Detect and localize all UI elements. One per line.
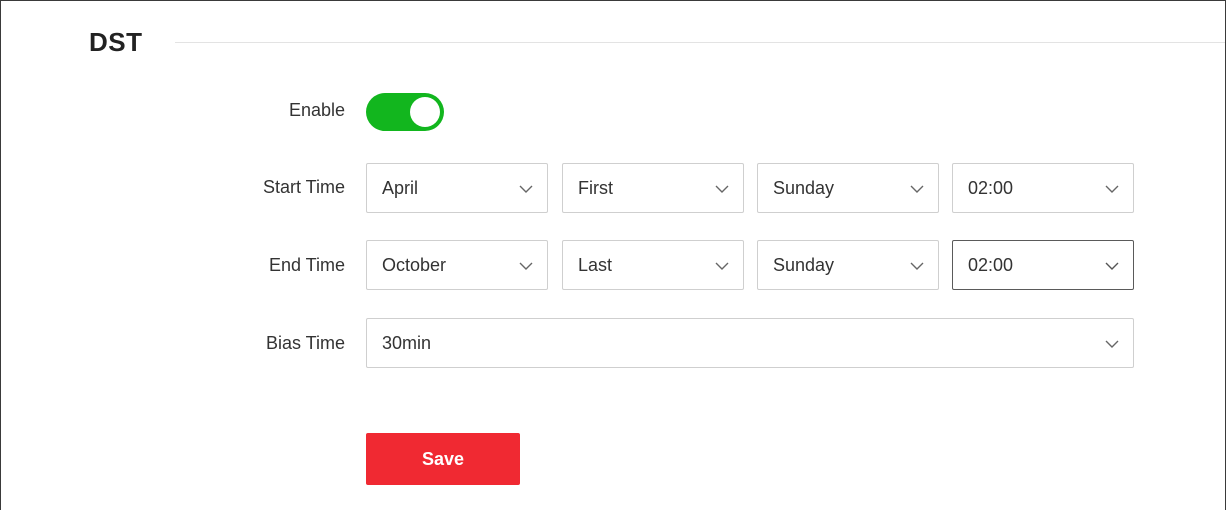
bias-time-value: 30min <box>382 333 432 353</box>
enable-toggle[interactable] <box>366 93 444 131</box>
chevron-down-icon <box>910 185 924 193</box>
end-time-select[interactable]: 02:00 <box>952 240 1134 290</box>
start-day-value: Sunday <box>773 178 835 198</box>
chevron-down-icon <box>1105 185 1119 193</box>
end-day-select[interactable]: Sunday <box>757 240 939 290</box>
chevron-down-icon <box>715 185 729 193</box>
end-time-value: 02:00 <box>968 255 1014 275</box>
end-month-value: October <box>382 255 447 275</box>
end-week-select[interactable]: Last <box>562 240 744 290</box>
start-day-select[interactable]: Sunday <box>757 163 939 213</box>
end-month-select[interactable]: October <box>366 240 548 290</box>
end-time-label: End Time <box>268 255 345 275</box>
chevron-down-icon <box>715 262 729 270</box>
chevron-down-icon <box>1105 262 1119 270</box>
start-week-value: First <box>578 178 613 198</box>
toggle-knob <box>410 97 440 127</box>
end-week-value: Last <box>578 255 613 275</box>
start-time-label: Start Time <box>262 177 345 197</box>
start-week-select[interactable]: First <box>562 163 744 213</box>
start-time-select[interactable]: 02:00 <box>952 163 1134 213</box>
section-title: DST <box>89 27 143 57</box>
chevron-down-icon <box>519 185 533 193</box>
save-button[interactable]: Save <box>366 433 520 485</box>
start-month-value: April <box>382 178 419 198</box>
chevron-down-icon <box>1105 340 1119 348</box>
chevron-down-icon <box>519 262 533 270</box>
dst-settings-panel: DST Enable Start Time April First Sunday… <box>0 0 1226 510</box>
start-time-value: 02:00 <box>968 178 1014 198</box>
bias-time-label: Bias Time <box>265 333 345 353</box>
start-month-select[interactable]: April <box>366 163 548 213</box>
enable-label: Enable <box>288 100 345 120</box>
end-day-value: Sunday <box>773 255 835 275</box>
chevron-down-icon <box>910 262 924 270</box>
section-divider <box>175 42 1225 43</box>
bias-time-select[interactable]: 30min <box>366 318 1134 368</box>
